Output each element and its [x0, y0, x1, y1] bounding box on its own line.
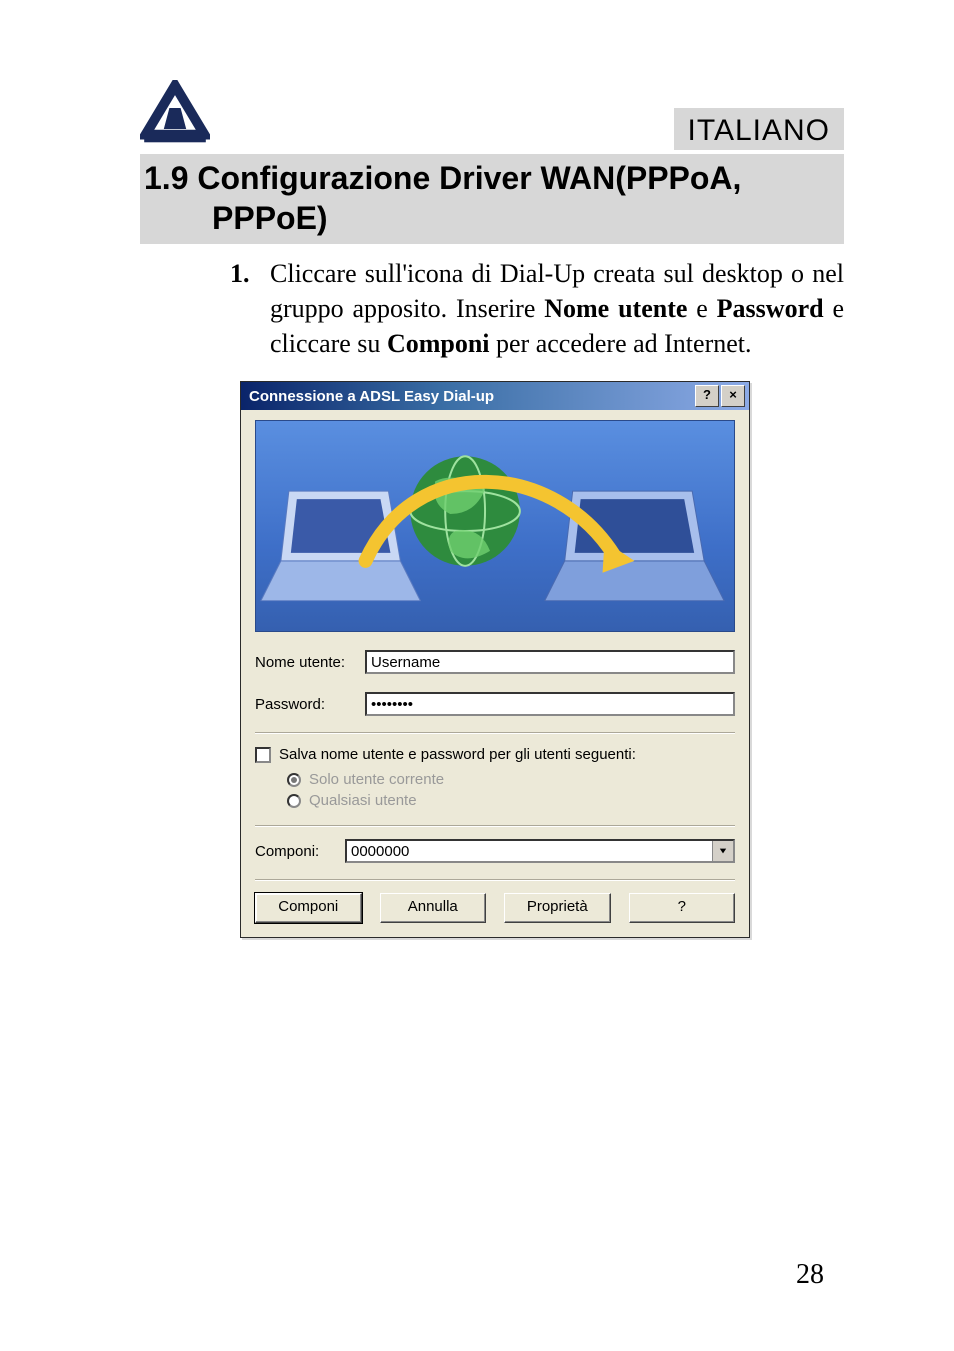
help-button[interactable]: ?: [629, 893, 736, 923]
titlebar-close-button[interactable]: ×: [721, 385, 745, 407]
language-badge: ITALIANO: [674, 108, 844, 150]
username-label: Nome utente:: [255, 654, 365, 671]
titlebar-help-button[interactable]: ?: [695, 385, 719, 407]
brand-logo-icon: [140, 80, 210, 150]
properties-button[interactable]: Proprietà: [504, 893, 611, 923]
radio-current-user-label: Solo utente corrente: [309, 771, 444, 788]
dial-number-combobox[interactable]: 0000000: [345, 839, 735, 863]
save-credentials-checkbox[interactable]: [255, 747, 271, 763]
radio-current-user[interactable]: [287, 773, 301, 787]
radio-any-user[interactable]: [287, 794, 301, 808]
page-number: 28: [796, 1259, 824, 1291]
password-input[interactable]: ••••••••: [365, 692, 735, 716]
dial-label: Componi:: [255, 843, 345, 860]
section-heading-line2: PPPoE): [144, 198, 328, 238]
step-number: 1.: [230, 256, 270, 361]
radio-any-user-label: Qualsiasi utente: [309, 792, 417, 809]
connect-button[interactable]: Componi: [255, 893, 362, 923]
save-credentials-label: Salva nome utente e password per gli ute…: [279, 746, 636, 763]
cancel-button[interactable]: Annulla: [380, 893, 487, 923]
dialog-titlebar[interactable]: Connessione a ADSL Easy Dial-up ? ×: [241, 382, 749, 410]
dialup-connection-dialog: Connessione a ADSL Easy Dial-up ? ×: [240, 381, 750, 938]
password-label: Password:: [255, 696, 365, 713]
username-input[interactable]: Username: [365, 650, 735, 674]
dial-number-value: 0000000: [347, 841, 712, 861]
dropdown-icon[interactable]: [712, 841, 733, 861]
step-text: Cliccare sull'icona di Dial-Up creata su…: [270, 256, 844, 361]
section-heading-line1: 1.9 Configurazione Driver WAN(PPPoA,: [144, 160, 741, 196]
dialog-title: Connessione a ADSL Easy Dial-up: [249, 388, 693, 405]
dialog-hero-image: [255, 420, 735, 632]
section-heading: 1.9 Configurazione Driver WAN(PPPoA, PPP…: [140, 154, 844, 244]
